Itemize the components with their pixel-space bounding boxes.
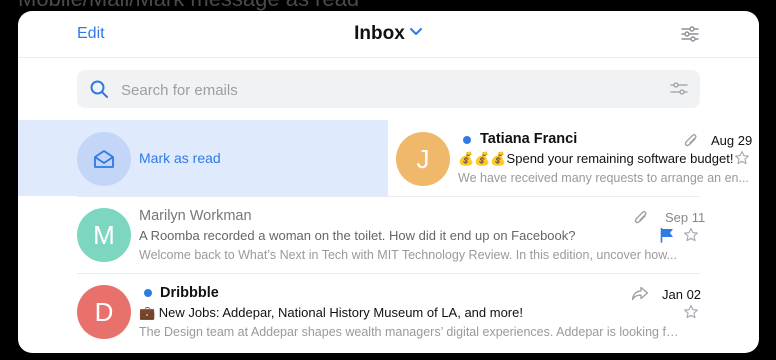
star-icon[interactable]	[683, 227, 699, 248]
search-bar	[77, 70, 700, 108]
search-input[interactable]	[119, 78, 643, 102]
email-date: Sep 11	[665, 210, 706, 225]
mailbox-selector[interactable]: Inbox	[18, 23, 759, 45]
email-subject: 💼 New Jobs: Addepar, National History Mu…	[139, 305, 523, 320]
avatar: J	[396, 132, 450, 186]
header-bar: Edit Inbox	[18, 11, 759, 58]
unread-dot	[463, 136, 471, 144]
unread-dot	[144, 289, 152, 297]
email-row[interactable]: D Dribbble Jan 02 💼 New Jobs: Addepar, N…	[18, 274, 759, 353]
mark-as-read-button[interactable]: Mark as read	[18, 120, 388, 196]
filter-settings-icon[interactable]	[681, 25, 699, 48]
avatar: D	[77, 285, 131, 339]
open-envelope-icon	[94, 150, 114, 168]
star-icon[interactable]	[734, 150, 750, 171]
email-preview: Welcome back to What’s Next in Tech with…	[139, 248, 677, 262]
chevron-down-icon	[409, 21, 423, 43]
email-preview: The Design team at Addepar shapes wealth…	[139, 325, 684, 339]
mark-read-icon-circle	[77, 132, 131, 186]
email-date: Jan 02	[662, 287, 702, 302]
mark-as-read-label: Mark as read	[139, 150, 221, 166]
email-subject: 💰💰💰Spend your remaining software budget!	[458, 151, 733, 166]
sender-name: Tatiana Franci	[480, 131, 578, 147]
star-icon[interactable]	[683, 304, 699, 325]
search-icon	[90, 80, 108, 103]
email-preview: We have received many requests to arrang…	[458, 171, 749, 185]
email-row[interactable]: M Marilyn Workman Sep 11 A Roomba record…	[18, 197, 759, 273]
email-date: Aug 29	[711, 133, 753, 148]
mail-window: Edit Inbox Search for emails Mark as rea…	[18, 11, 759, 353]
avatar: M	[77, 208, 131, 262]
search-options-icon[interactable]	[670, 81, 688, 102]
email-subject: A Roomba recorded a woman on the toilet.…	[139, 228, 576, 243]
page-title: Inbox	[354, 23, 405, 44]
forward-icon	[631, 286, 649, 306]
sender-name: Dribbble	[160, 285, 219, 301]
email-row[interactable]: J Tatiana Franci Aug 29 💰💰💰Spend your re…	[388, 120, 759, 196]
flag-icon[interactable]	[659, 227, 675, 248]
sender-name: Marilyn Workman	[139, 208, 252, 224]
